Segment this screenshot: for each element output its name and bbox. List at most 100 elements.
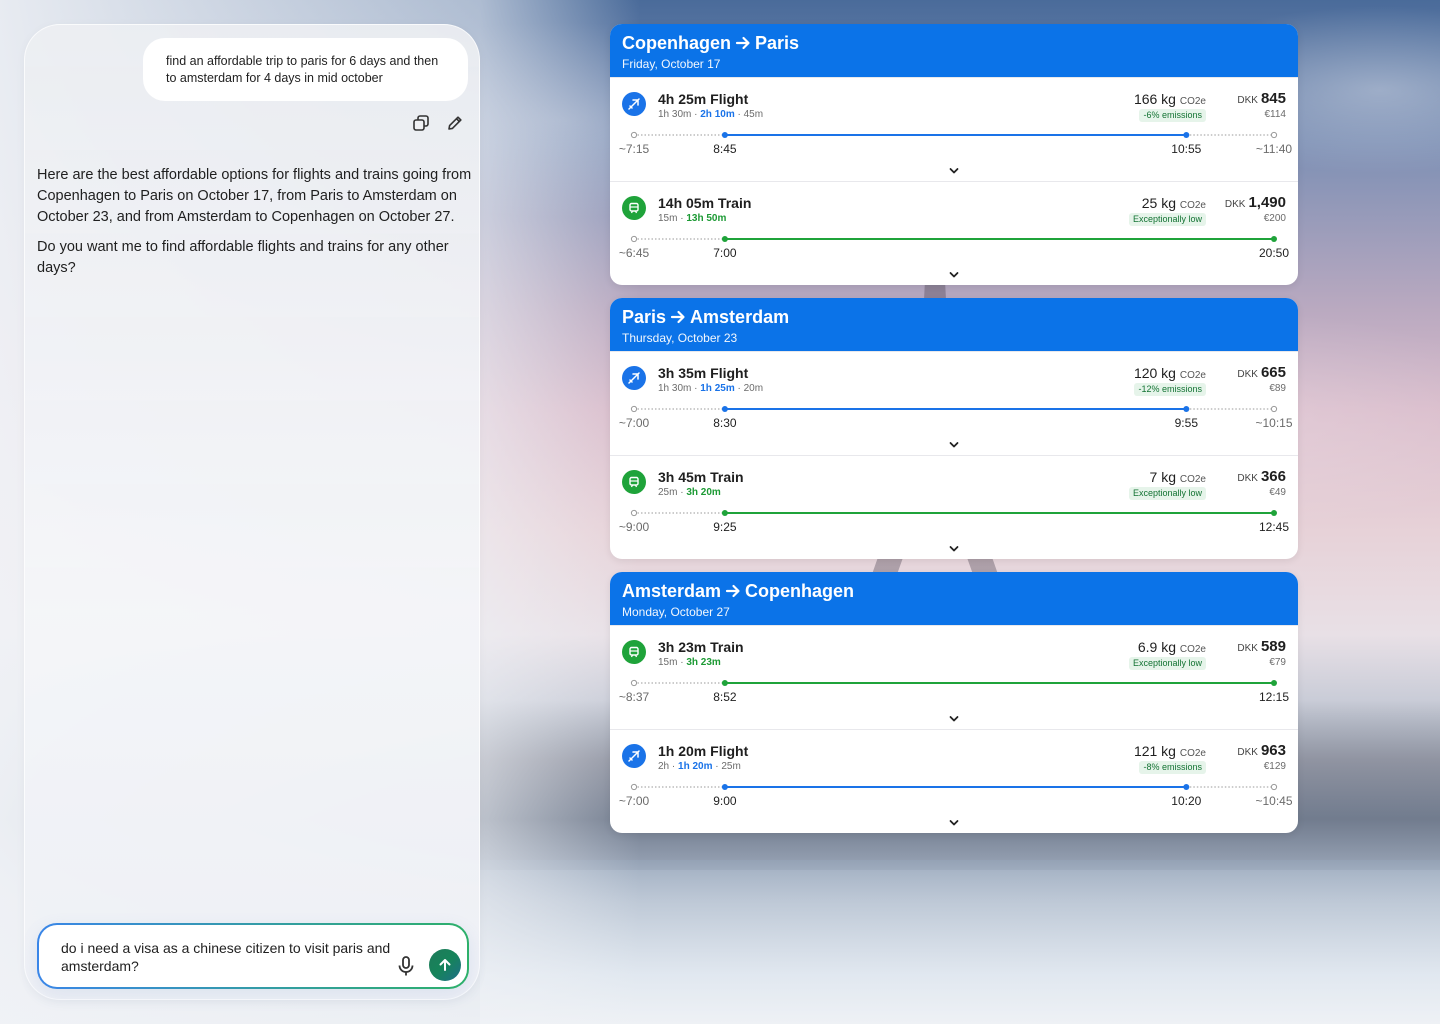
end-point bbox=[1270, 131, 1278, 139]
co2-value: 6.9 kg bbox=[1137, 639, 1180, 655]
option-duration-breakdown: 25m · 3h 20m bbox=[658, 487, 721, 499]
trip-date: Monday, October 27 bbox=[622, 605, 730, 619]
option-title: 1h 20m Flight bbox=[658, 743, 749, 759]
arrival-time: 10:55 bbox=[1171, 142, 1202, 156]
arrive-point bbox=[1183, 406, 1190, 412]
leave-home-time: ~7:15 bbox=[618, 142, 650, 156]
emissions-badge: Exceptionally low bbox=[1128, 657, 1206, 670]
end-point bbox=[1270, 405, 1278, 413]
option-duration-breakdown: 1h 30m · 1h 25m · 20m bbox=[658, 383, 763, 395]
arrival-time: 10:20 bbox=[1171, 794, 1202, 808]
co2-value: 25 kg bbox=[1141, 195, 1180, 211]
arrow-right-icon bbox=[670, 310, 685, 324]
co2-unit: CO2e bbox=[1179, 96, 1206, 107]
price: DKK 1,490 bbox=[1225, 194, 1286, 212]
trip-route: Amsterdam Copenhagen bbox=[622, 580, 1286, 602]
trip-origin: Amsterdam bbox=[622, 581, 722, 601]
price-currency: DKK bbox=[1224, 199, 1246, 210]
chevron-down-icon[interactable] bbox=[948, 816, 960, 828]
duration-main: 13h 50m bbox=[686, 213, 727, 224]
trip-card: Paris Amsterdam Thursday, October 23 3h 35m… bbox=[610, 298, 1298, 559]
flight-option[interactable]: 4h 25m Flight 1h 30m · 2h 10m · 45m 166 kg… bbox=[610, 77, 1298, 181]
timeline-track bbox=[630, 679, 1277, 687]
airplane-icon bbox=[622, 366, 646, 390]
chevron-down-icon[interactable] bbox=[948, 542, 960, 554]
flight-option[interactable]: 1h 20m Flight 2h · 1h 20m · 25m 121 kg CO2… bbox=[610, 729, 1298, 833]
train-option[interactable]: 14h 05m Train 15m · 13h 50m 25 kg CO2e Exce… bbox=[610, 181, 1298, 285]
departure-time: 9:00 bbox=[713, 794, 737, 808]
trip-route: Paris Amsterdam bbox=[622, 306, 1286, 328]
departure-time: 9:25 bbox=[713, 520, 737, 534]
arrival-time: 12:45 bbox=[1258, 520, 1290, 534]
price-currency: DKK bbox=[1237, 643, 1258, 654]
river bbox=[480, 860, 1440, 1024]
depart-point bbox=[721, 510, 728, 516]
copy-icon[interactable] bbox=[411, 113, 431, 133]
price-eur: €89 bbox=[1269, 383, 1286, 394]
train-option[interactable]: 3h 23m Train 15m · 3h 23m 6.9 kg CO2e Excep… bbox=[610, 625, 1298, 729]
message-actions bbox=[411, 113, 465, 133]
train-icon bbox=[622, 640, 646, 664]
chevron-down-icon[interactable] bbox=[948, 268, 960, 280]
co2-unit: CO2e bbox=[1179, 644, 1206, 655]
pencil-icon[interactable] bbox=[445, 113, 465, 133]
co2-emissions: 7 kg CO2e bbox=[1150, 469, 1206, 488]
depart-point bbox=[721, 680, 728, 686]
arrow-up-icon bbox=[439, 959, 451, 971]
co2-unit: CO2e bbox=[1179, 474, 1206, 485]
assistant-paragraph: Here are the best affordable options for… bbox=[37, 167, 472, 225]
price-currency: DKK bbox=[1237, 369, 1258, 380]
departure-time: 8:52 bbox=[713, 690, 737, 704]
journey-timeline: ~7:00 8:30 9:55 ~10:15 bbox=[610, 402, 1298, 432]
trip-card: Copenhagen Paris Friday, October 17 4h 25m … bbox=[610, 24, 1298, 285]
trip-origin: Copenhagen bbox=[622, 33, 732, 53]
co2-emissions: 166 kg CO2e bbox=[1134, 91, 1206, 110]
journey-timeline: ~6:45 7:00 20:50 bbox=[610, 232, 1298, 262]
price-amount: 665 bbox=[1260, 364, 1286, 381]
send-button[interactable] bbox=[429, 949, 461, 981]
co2-emissions: 120 kg CO2e bbox=[1134, 365, 1206, 384]
arrival-time: 12:15 bbox=[1258, 690, 1290, 704]
option-title: 14h 05m Train bbox=[658, 195, 752, 211]
duration-egress: · 45m bbox=[734, 109, 764, 120]
microphone-icon[interactable] bbox=[395, 955, 417, 977]
emissions-badge: -8% emissions bbox=[1139, 761, 1206, 774]
user-message-text: find an affordable trip to paris for 6 d… bbox=[166, 54, 439, 85]
price-eur: €129 bbox=[1263, 761, 1286, 772]
price-amount: 1,490 bbox=[1248, 194, 1286, 211]
timeline-track bbox=[630, 235, 1277, 243]
start-point bbox=[630, 405, 638, 413]
duration-main: 2h 10m bbox=[700, 109, 735, 120]
arrive-point bbox=[1271, 510, 1277, 516]
duration-main: 1h 20m bbox=[678, 761, 713, 772]
chevron-down-icon[interactable] bbox=[948, 438, 960, 450]
leave-home-time: ~6:45 bbox=[618, 246, 650, 260]
reach-destination-time: ~10:15 bbox=[1255, 416, 1293, 430]
journey-timeline: ~7:15 8:45 10:55 ~11:40 bbox=[610, 128, 1298, 158]
journey-timeline: ~8:37 8:52 12:15 bbox=[610, 676, 1298, 706]
user-message-bubble: find an affordable trip to paris for 6 d… bbox=[143, 38, 468, 101]
price: DKK 589 bbox=[1237, 638, 1286, 656]
price-eur: €200 bbox=[1263, 213, 1286, 224]
train-option[interactable]: 3h 45m Train 25m · 3h 20m 7 kg CO2e Excepti… bbox=[610, 455, 1298, 559]
chevron-down-icon[interactable] bbox=[948, 712, 960, 724]
trip-date: Thursday, October 23 bbox=[622, 331, 738, 345]
co2-emissions: 6.9 kg CO2e bbox=[1138, 639, 1206, 658]
trip-origin: Paris bbox=[622, 307, 667, 327]
start-point bbox=[630, 235, 638, 243]
chevron-down-icon[interactable] bbox=[948, 164, 960, 176]
trip-route: Copenhagen Paris bbox=[622, 32, 1286, 54]
journey-timeline: ~9:00 9:25 12:45 bbox=[610, 506, 1298, 536]
flight-option[interactable]: 3h 35m Flight 1h 30m · 1h 25m · 20m 120 kg… bbox=[610, 351, 1298, 455]
duration-main: 3h 23m bbox=[686, 657, 721, 668]
price-eur: €49 bbox=[1269, 487, 1286, 498]
price-currency: DKK bbox=[1237, 747, 1258, 758]
arrive-point bbox=[1183, 784, 1190, 790]
emissions-badge: -6% emissions bbox=[1139, 109, 1206, 122]
arrival-time: 9:55 bbox=[1174, 416, 1198, 430]
start-point bbox=[630, 679, 638, 687]
chat-input[interactable]: do i need a visa as a chinese citizen to… bbox=[61, 939, 391, 975]
price-amount: 845 bbox=[1260, 90, 1286, 107]
chat-input-box[interactable]: do i need a visa as a chinese citizen to… bbox=[37, 923, 469, 989]
duration-access: 15m · bbox=[658, 657, 687, 668]
